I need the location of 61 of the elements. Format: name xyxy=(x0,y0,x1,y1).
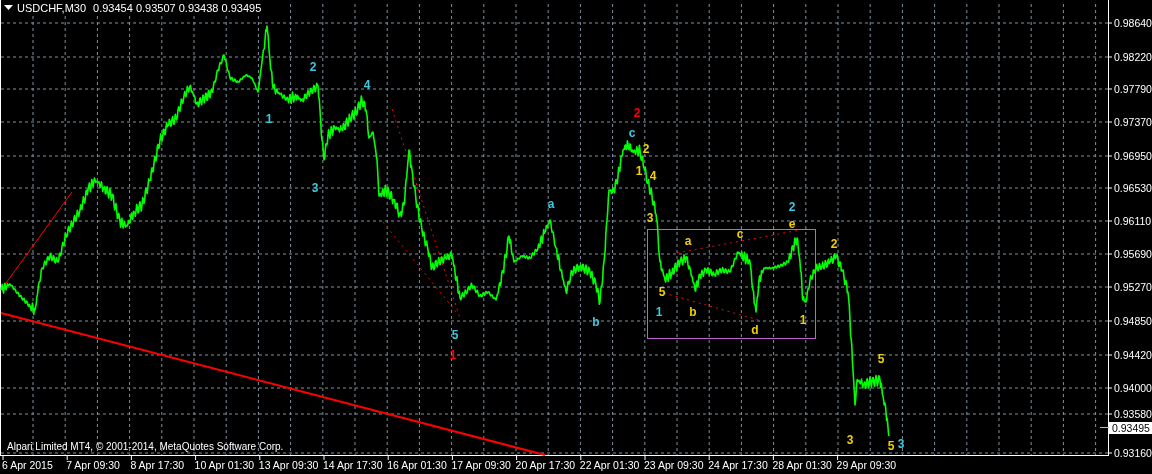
wave-label: 2 xyxy=(830,237,838,251)
wave-label: 3 xyxy=(311,181,319,195)
wave-label: d xyxy=(751,323,759,337)
wave-label: 3 xyxy=(646,211,654,225)
wave-label: 5 xyxy=(877,352,885,366)
wave-label: 1 xyxy=(265,112,273,126)
time-axis-label: 7 Apr 09:30 xyxy=(66,459,120,472)
wave-label: 5 xyxy=(658,285,666,299)
wave-label: c xyxy=(628,126,636,140)
price-axis-label: 0.96530 xyxy=(1114,182,1152,194)
price-axis-label: 0.94850 xyxy=(1114,315,1152,327)
price-axis-label: 0.94420 xyxy=(1114,349,1152,361)
time-axis-label: 24 Apr 17:30 xyxy=(708,459,768,472)
time-axis-label: 20 Apr 17:30 xyxy=(515,459,576,472)
price-axis-label: 0.95270 xyxy=(1114,281,1152,293)
price-axis-label: 0.97370 xyxy=(1114,116,1152,128)
wave-label: 4 xyxy=(649,169,657,183)
time-axis-label: 10 Apr 01:30 xyxy=(194,459,255,472)
price-axis-label: 0.93580 xyxy=(1114,408,1152,420)
wave-label: 1 xyxy=(449,348,457,362)
price-axis-label: 0.96950 xyxy=(1114,150,1152,162)
wave-label: c xyxy=(736,227,744,241)
time-axis-label: 6 Apr 2015 xyxy=(2,459,53,472)
price-axis-label: 0.94000 xyxy=(1114,382,1152,394)
wave-label: a xyxy=(547,197,555,211)
time-axis-label: 17 Apr 09:30 xyxy=(451,459,511,472)
price-axis-label: 0.98220 xyxy=(1114,51,1152,63)
wave-label: 4 xyxy=(363,78,371,92)
wave-label: 3 xyxy=(897,437,905,451)
dropdown-triangle-icon[interactable] xyxy=(4,5,13,11)
wave-label: 2 xyxy=(309,60,317,74)
copyright-text: Alpari Limited MT4, © 2001-2014, MetaQuotes Software Corp. xyxy=(7,441,284,453)
wave-label: b xyxy=(689,305,697,319)
wave-label: e xyxy=(788,217,796,231)
current-price-label: 0.93495 xyxy=(1109,422,1152,434)
wave-label: 2 xyxy=(788,200,796,214)
wave-label: 1 xyxy=(655,305,663,319)
price-axis-label: 0.95690 xyxy=(1114,248,1152,260)
wave-label: 1 xyxy=(799,313,807,327)
price-axis-label: 0.93160 xyxy=(1114,447,1152,459)
time-axis-label: 8 Apr 17:30 xyxy=(130,459,185,472)
time-axis-label: 16 Apr 01:30 xyxy=(387,459,447,472)
time-axis-label: 14 Apr 17:30 xyxy=(323,459,383,472)
ohlc-values: 0.93454 0.93507 0.93438 0.93495 xyxy=(93,2,262,14)
wave-label: 3 xyxy=(846,433,854,447)
wave-label: 1 xyxy=(635,164,643,178)
price-axis-label: 0.97790 xyxy=(1114,83,1152,95)
wave-label: b xyxy=(592,315,600,329)
time-axis-label: 13 Apr 09:30 xyxy=(258,459,319,472)
time-axis-label: 29 Apr 09:30 xyxy=(836,459,897,472)
wave-label: a xyxy=(684,234,692,248)
wave-label: 5 xyxy=(887,439,895,453)
price-axis-label: 0.98640 xyxy=(1114,17,1152,29)
symbol-title: USDCHF,M30 xyxy=(17,2,87,14)
price-axis-label: 0.96110 xyxy=(1114,215,1152,227)
time-axis-label: 23 Apr 09:30 xyxy=(644,459,704,472)
wave-label: 2 xyxy=(642,142,650,156)
time-axis-label: 28 Apr 01:30 xyxy=(772,459,832,472)
wave-label: 5 xyxy=(451,328,459,342)
time-axis-label: 22 Apr 01:30 xyxy=(579,459,640,472)
wave-label: 2 xyxy=(633,106,641,120)
